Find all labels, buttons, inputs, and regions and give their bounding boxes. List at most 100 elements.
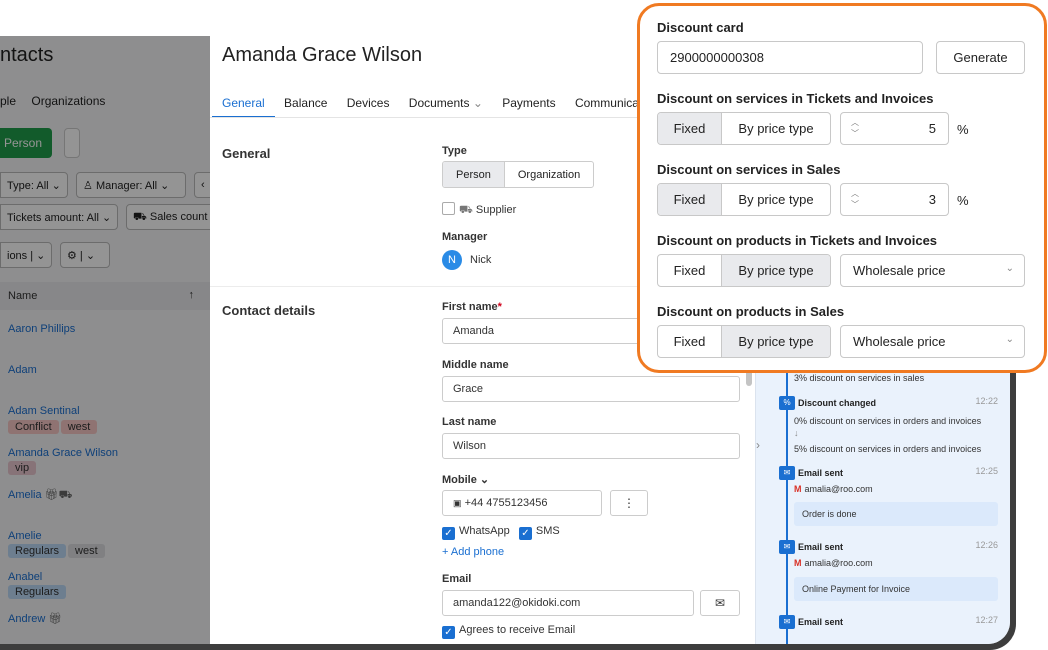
- generate-button[interactable]: Generate: [936, 41, 1025, 74]
- last-name-input[interactable]: Wilson: [442, 433, 740, 459]
- tab-people[interactable]: ple: [0, 94, 16, 108]
- fixed-option[interactable]: Fixed: [658, 113, 722, 144]
- gift-icon: 🎁︎: [44, 489, 59, 501]
- by-price-type-option[interactable]: By price type: [722, 326, 830, 357]
- add-phone-link[interactable]: + Add phone: [442, 546, 504, 558]
- column-header[interactable]: Name ↑: [0, 282, 210, 310]
- email-address[interactable]: Mamalia@roo.com: [794, 558, 873, 568]
- message-bubble[interactable]: Order is done: [794, 502, 998, 526]
- agrees-email-checkbox[interactable]: ✓: [442, 626, 455, 639]
- whatsapp-checkbox[interactable]: ✓: [442, 527, 455, 540]
- services-sales-mode: Fixed By price type: [657, 183, 831, 216]
- tab-balance[interactable]: Balance: [284, 96, 327, 116]
- chevron-down-icon: ⌄: [472, 96, 483, 110]
- settings-button[interactable]: ⚙ | ⌄: [60, 242, 110, 268]
- tag: Regulars: [8, 544, 67, 558]
- arrow-down-icon: ↓: [794, 428, 799, 438]
- by-price-type-option[interactable]: By price type: [722, 255, 830, 286]
- gear-icon: ⚙: [67, 250, 77, 262]
- contact-tags: Regulars west: [8, 544, 107, 558]
- contact-row[interactable]: Aaron Phillips: [8, 323, 75, 335]
- more-button[interactable]: [64, 128, 80, 158]
- sms-checkbox[interactable]: ✓: [518, 527, 532, 540]
- more-options-button[interactable]: ⋮: [610, 490, 648, 516]
- supplier-checkbox-row[interactable]: ⛟ Supplier: [442, 202, 516, 218]
- type-organization-option[interactable]: Organization: [505, 162, 593, 187]
- name-column-label: Name: [8, 290, 38, 302]
- user-icon: ♙: [83, 180, 93, 192]
- required-asterisk: *: [497, 301, 502, 313]
- chevron-right-icon[interactable]: ›: [756, 438, 760, 452]
- contact-name-title: Amanda Grace Wilson: [222, 44, 423, 66]
- add-person-button[interactable]: Person: [0, 128, 52, 158]
- sales-filter-label: Sales count: [149, 211, 208, 223]
- fixed-option[interactable]: Fixed: [658, 255, 722, 286]
- tab-general[interactable]: General: [212, 96, 275, 118]
- tab-documents-label: Documents: [408, 96, 470, 110]
- options-button[interactable]: ions | ⌄: [0, 242, 52, 268]
- discount-panel: Discount card 2900000000308 Generate Dis…: [637, 3, 1047, 373]
- manager-filter[interactable]: ♙ Manager: All ⌄: [76, 172, 186, 198]
- discount-card-input[interactable]: 2900000000308: [657, 41, 923, 74]
- tab-payments[interactable]: Payments: [502, 96, 555, 116]
- supplier-label: Supplier: [475, 204, 517, 216]
- send-email-button[interactable]: ✉: [700, 590, 740, 616]
- contact-row[interactable]: Amanda Grace Wilson: [8, 447, 118, 459]
- message-bubble[interactable]: Online Payment for Invoice: [794, 577, 998, 601]
- tab-documents[interactable]: Documents ⌄: [409, 96, 483, 116]
- contact-details-title: Contact details: [222, 303, 316, 318]
- select-value: Wholesale price: [853, 263, 946, 278]
- type-person-option[interactable]: Person: [443, 162, 505, 187]
- envelope-icon: ✉: [779, 540, 795, 554]
- whatsapp-label: WhatsApp: [459, 525, 510, 537]
- tab-communications[interactable]: Communica: [575, 96, 639, 116]
- event-title: Email sent: [798, 468, 844, 478]
- event-title: Discount changed: [798, 398, 877, 408]
- manager-value[interactable]: N Nick: [442, 250, 491, 270]
- fixed-option[interactable]: Fixed: [658, 326, 722, 357]
- options-label: ions: [7, 250, 28, 262]
- email-address-text: amalia@roo.com: [804, 484, 873, 494]
- services-sales-stepper[interactable]: ︿ ﹀ 3: [840, 183, 949, 216]
- by-price-type-option[interactable]: By price type: [722, 113, 830, 144]
- timeline-text: 0% discount on services in orders and in…: [794, 416, 982, 426]
- event-time: 12:26: [975, 540, 998, 550]
- services-tickets-stepper[interactable]: ︿ ﹀ 5: [840, 112, 949, 145]
- products-sales-price-select[interactable]: Wholesale price ⌄: [840, 325, 1025, 358]
- contact-row[interactable]: Adam: [8, 364, 37, 376]
- mobile-input[interactable]: ▣ +44 4755123456: [442, 490, 602, 516]
- email-input[interactable]: amanda122@okidoki.com: [442, 590, 694, 616]
- last-name-label: Last name: [442, 416, 497, 428]
- gmail-icon: M: [794, 484, 802, 494]
- mobile-label[interactable]: Mobile ⌄: [442, 473, 489, 486]
- stepper-arrows-icon[interactable]: ︿ ﹀: [851, 188, 859, 210]
- fixed-option[interactable]: Fixed: [658, 184, 722, 215]
- manager-filter-label: Manager: All: [95, 180, 158, 192]
- chevron-down-icon: ⌄: [101, 212, 112, 224]
- middle-name-input[interactable]: Grace: [442, 376, 740, 402]
- timeline-text: 3% discount on services in sales: [794, 373, 925, 383]
- agrees-email-label: Agrees to receive Email: [459, 624, 576, 636]
- supplier-checkbox[interactable]: [442, 202, 455, 215]
- stepper-arrows-icon[interactable]: ︿ ﹀: [851, 117, 859, 139]
- contact-row[interactable]: Amelie: [8, 530, 42, 542]
- chevron-down-icon: ⌄: [160, 180, 170, 192]
- contact-row[interactable]: Adam Sentinal: [8, 405, 80, 417]
- tab-devices[interactable]: Devices: [347, 96, 390, 116]
- tab-organizations[interactable]: Organizations: [31, 94, 105, 108]
- type-filter[interactable]: Type: All ⌄: [0, 172, 68, 198]
- by-price-type-option[interactable]: By price type: [722, 184, 830, 215]
- contact-row[interactable]: Anabel: [8, 571, 42, 583]
- products-tickets-price-select[interactable]: Wholesale price ⌄: [840, 254, 1025, 287]
- tickets-filter[interactable]: Tickets amount: All ⌄: [0, 204, 118, 230]
- sms-label: SMS: [535, 525, 560, 537]
- agrees-email-row[interactable]: ✓ Agrees to receive Email: [442, 624, 575, 639]
- percent-sign: %: [957, 193, 969, 208]
- event-time: 12:25: [975, 466, 998, 476]
- contact-row[interactable]: Andrew 🎁︎: [8, 612, 62, 625]
- gmail-icon: M: [794, 558, 802, 568]
- contact-row[interactable]: Amelia 🎁︎⛟: [8, 488, 73, 503]
- chevron-down-icon: ⌄: [479, 474, 490, 486]
- whatsapp-checkbox-row[interactable]: ✓ WhatsApp ✓ SMS: [442, 525, 560, 540]
- email-address[interactable]: Mamalia@roo.com: [794, 484, 873, 494]
